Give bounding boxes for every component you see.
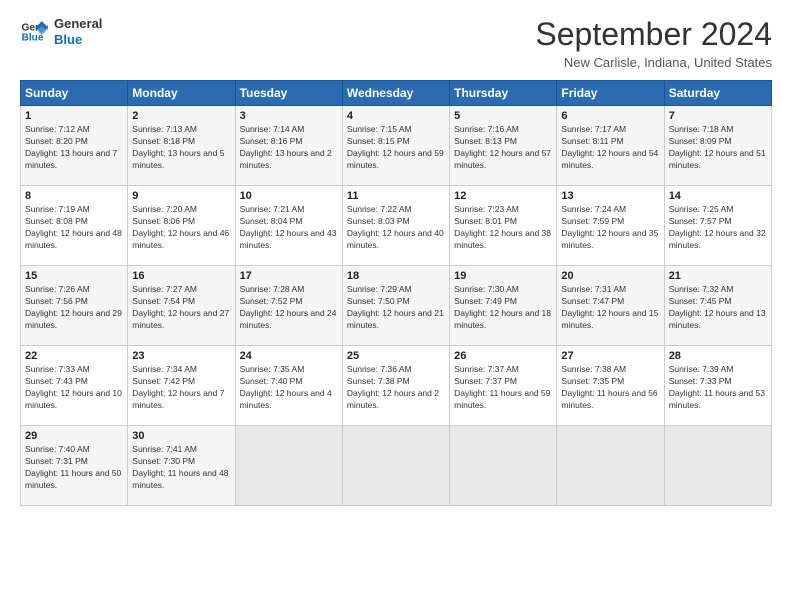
- table-row: 20Sunrise: 7:31 AMSunset: 7:47 PMDayligh…: [557, 266, 664, 346]
- table-row: 5Sunrise: 7:16 AMSunset: 8:13 PMDaylight…: [450, 106, 557, 186]
- table-row: 2Sunrise: 7:13 AMSunset: 8:18 PMDaylight…: [128, 106, 235, 186]
- table-row: 9Sunrise: 7:20 AMSunset: 8:06 PMDaylight…: [128, 186, 235, 266]
- table-row: 16Sunrise: 7:27 AMSunset: 7:54 PMDayligh…: [128, 266, 235, 346]
- month-title: September 2024: [535, 16, 772, 53]
- svg-text:Blue: Blue: [22, 32, 44, 43]
- table-row: [342, 426, 449, 506]
- table-row: 11Sunrise: 7:22 AMSunset: 8:03 PMDayligh…: [342, 186, 449, 266]
- table-row: 19Sunrise: 7:30 AMSunset: 7:49 PMDayligh…: [450, 266, 557, 346]
- table-row: 4Sunrise: 7:15 AMSunset: 8:15 PMDaylight…: [342, 106, 449, 186]
- week-row-2: 8Sunrise: 7:19 AMSunset: 8:08 PMDaylight…: [21, 186, 772, 266]
- weekday-header-row: Sunday Monday Tuesday Wednesday Thursday…: [21, 81, 772, 106]
- logo-line2: Blue: [54, 32, 102, 48]
- calendar-page: General Blue General Blue September 2024…: [0, 0, 792, 612]
- week-row-4: 22Sunrise: 7:33 AMSunset: 7:43 PMDayligh…: [21, 346, 772, 426]
- table-row: [235, 426, 342, 506]
- table-row: 18Sunrise: 7:29 AMSunset: 7:50 PMDayligh…: [342, 266, 449, 346]
- table-row: [450, 426, 557, 506]
- table-row: 29Sunrise: 7:40 AMSunset: 7:31 PMDayligh…: [21, 426, 128, 506]
- table-row: 15Sunrise: 7:26 AMSunset: 7:56 PMDayligh…: [21, 266, 128, 346]
- header-monday: Monday: [128, 81, 235, 106]
- logo-line1: General: [54, 16, 102, 32]
- week-row-1: 1Sunrise: 7:12 AMSunset: 8:20 PMDaylight…: [21, 106, 772, 186]
- table-row: 25Sunrise: 7:36 AMSunset: 7:38 PMDayligh…: [342, 346, 449, 426]
- table-row: 21Sunrise: 7:32 AMSunset: 7:45 PMDayligh…: [664, 266, 771, 346]
- table-row: 7Sunrise: 7:18 AMSunset: 8:09 PMDaylight…: [664, 106, 771, 186]
- table-row: 26Sunrise: 7:37 AMSunset: 7:37 PMDayligh…: [450, 346, 557, 426]
- header-sunday: Sunday: [21, 81, 128, 106]
- title-section: September 2024 New Carlisle, Indiana, Un…: [535, 16, 772, 70]
- header-wednesday: Wednesday: [342, 81, 449, 106]
- table-row: 14Sunrise: 7:25 AMSunset: 7:57 PMDayligh…: [664, 186, 771, 266]
- calendar-table: Sunday Monday Tuesday Wednesday Thursday…: [20, 80, 772, 506]
- header: General Blue General Blue September 2024…: [20, 16, 772, 70]
- table-row: 22Sunrise: 7:33 AMSunset: 7:43 PMDayligh…: [21, 346, 128, 426]
- table-row: 23Sunrise: 7:34 AMSunset: 7:42 PMDayligh…: [128, 346, 235, 426]
- table-row: 6Sunrise: 7:17 AMSunset: 8:11 PMDaylight…: [557, 106, 664, 186]
- location: New Carlisle, Indiana, United States: [535, 55, 772, 70]
- logo: General Blue General Blue: [20, 16, 102, 47]
- header-thursday: Thursday: [450, 81, 557, 106]
- table-row: 1Sunrise: 7:12 AMSunset: 8:20 PMDaylight…: [21, 106, 128, 186]
- table-row: [557, 426, 664, 506]
- table-row: 27Sunrise: 7:38 AMSunset: 7:35 PMDayligh…: [557, 346, 664, 426]
- table-row: 30Sunrise: 7:41 AMSunset: 7:30 PMDayligh…: [128, 426, 235, 506]
- table-row: 13Sunrise: 7:24 AMSunset: 7:59 PMDayligh…: [557, 186, 664, 266]
- table-row: [664, 426, 771, 506]
- header-saturday: Saturday: [664, 81, 771, 106]
- table-row: 17Sunrise: 7:28 AMSunset: 7:52 PMDayligh…: [235, 266, 342, 346]
- week-row-5: 29Sunrise: 7:40 AMSunset: 7:31 PMDayligh…: [21, 426, 772, 506]
- table-row: 24Sunrise: 7:35 AMSunset: 7:40 PMDayligh…: [235, 346, 342, 426]
- table-row: 8Sunrise: 7:19 AMSunset: 8:08 PMDaylight…: [21, 186, 128, 266]
- table-row: 3Sunrise: 7:14 AMSunset: 8:16 PMDaylight…: [235, 106, 342, 186]
- header-friday: Friday: [557, 81, 664, 106]
- table-row: 10Sunrise: 7:21 AMSunset: 8:04 PMDayligh…: [235, 186, 342, 266]
- logo-icon: General Blue: [20, 18, 48, 46]
- table-row: 28Sunrise: 7:39 AMSunset: 7:33 PMDayligh…: [664, 346, 771, 426]
- header-tuesday: Tuesday: [235, 81, 342, 106]
- table-row: 12Sunrise: 7:23 AMSunset: 8:01 PMDayligh…: [450, 186, 557, 266]
- week-row-3: 15Sunrise: 7:26 AMSunset: 7:56 PMDayligh…: [21, 266, 772, 346]
